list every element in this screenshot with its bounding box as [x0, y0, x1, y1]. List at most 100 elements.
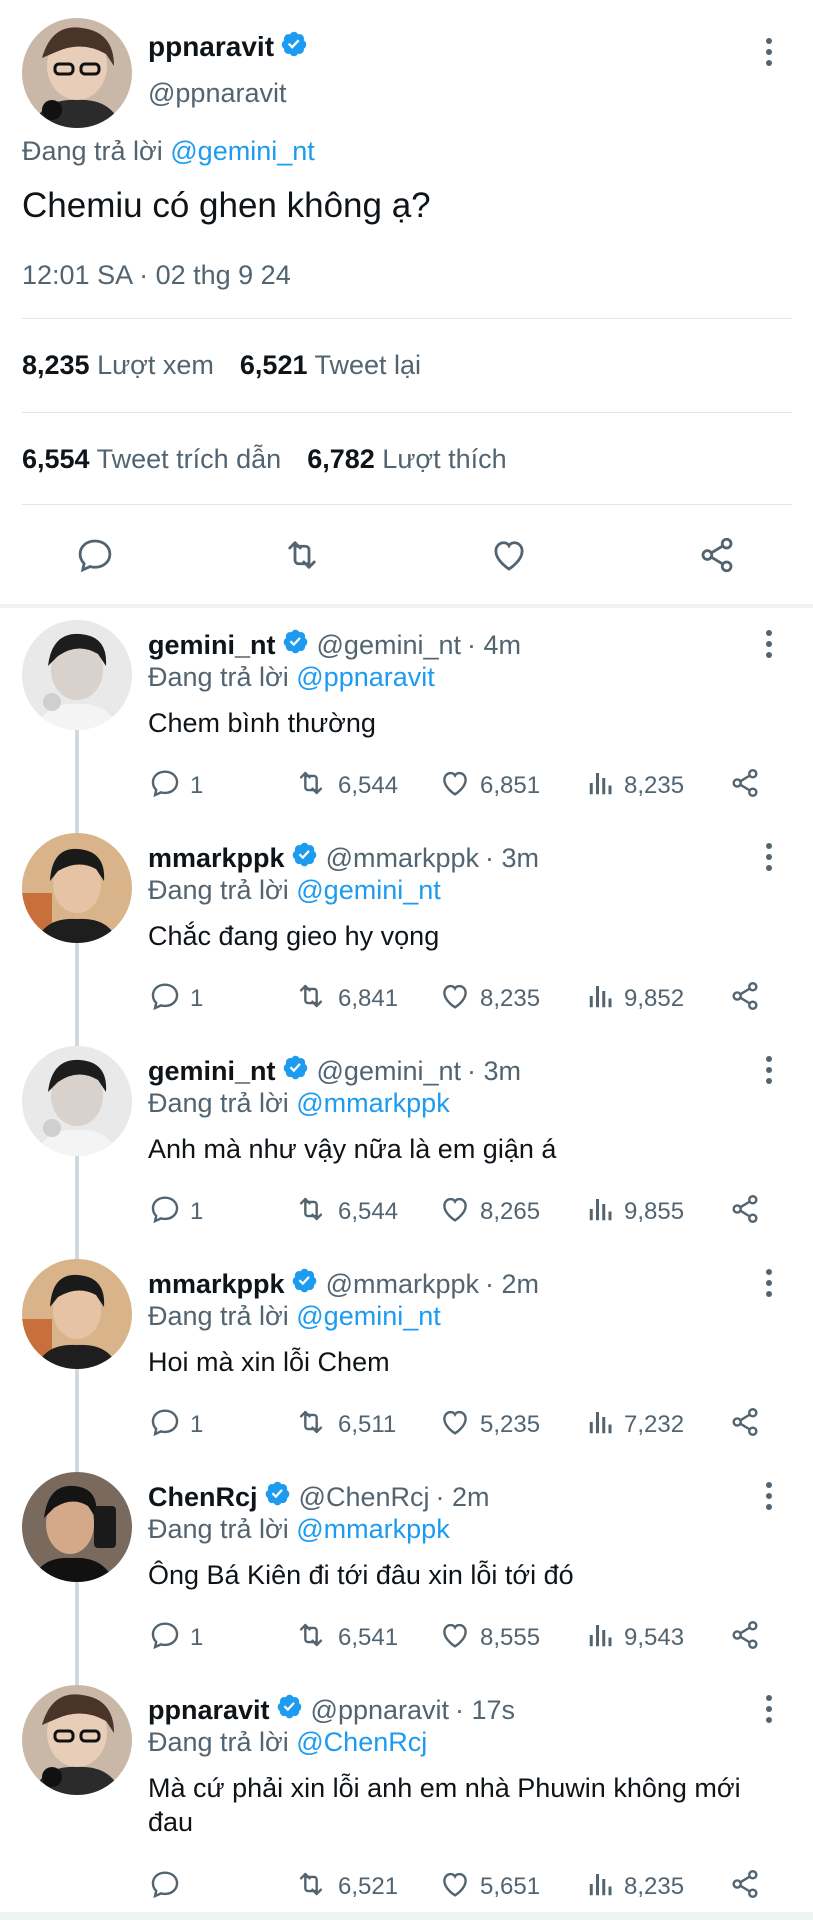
views-button[interactable]: 9,852	[586, 981, 684, 1017]
display-name[interactable]: gemini_nt	[148, 1056, 276, 1087]
handle[interactable]: @mmarkppk	[326, 843, 479, 874]
like-button[interactable]: 5,651	[438, 1869, 540, 1905]
retweet-button[interactable]: 6,541	[292, 1620, 398, 1656]
avatar[interactable]	[22, 833, 132, 943]
reply-tweet[interactable]: mmarkppk @mmarkppk · 2m Đang trả lời @ge…	[0, 1247, 813, 1472]
reply-button[interactable]	[148, 1869, 190, 1905]
quotes-stat[interactable]: 6,554 Tweet trích dẫn	[22, 444, 281, 475]
time-ago[interactable]: · 4m	[467, 630, 521, 661]
retweet-button[interactable]: 6,544	[292, 768, 398, 804]
views-button[interactable]: 8,235	[586, 768, 684, 804]
reply-tweet[interactable]: ppnaravit @ppnaravit · 17s Đang trả lời …	[0, 1673, 813, 1920]
mention-link[interactable]: @ppnaravit	[296, 662, 434, 692]
share-icon[interactable]	[696, 534, 738, 581]
avatar[interactable]	[22, 1259, 132, 1369]
views-button[interactable]: 9,543	[586, 1620, 684, 1656]
avatar[interactable]	[22, 620, 132, 730]
avatar[interactable]	[22, 18, 132, 128]
reply-button[interactable]: 1	[148, 1194, 203, 1230]
retweet-icon	[292, 1867, 330, 1908]
handle[interactable]: @mmarkppk	[326, 1269, 479, 1300]
share-button[interactable]	[728, 1620, 762, 1656]
retweet-button[interactable]: 6,544	[292, 1194, 398, 1230]
mention-link[interactable]: @ChenRcj	[296, 1727, 427, 1757]
time-ago[interactable]: · 2m	[485, 1269, 539, 1300]
views-icon	[586, 1869, 616, 1906]
verified-badge-icon	[276, 1693, 303, 1727]
like-button[interactable]: 6,851	[438, 768, 540, 804]
more-options-icon[interactable]	[754, 1263, 784, 1303]
more-options-icon[interactable]	[754, 1476, 784, 1516]
handle[interactable]: @ChenRcj	[299, 1482, 430, 1513]
handle[interactable]: @gemini_nt	[317, 1056, 461, 1087]
mention-link[interactable]: @mmarkppk	[296, 1514, 449, 1544]
display-name[interactable]: gemini_nt	[148, 630, 276, 661]
more-options-icon[interactable]	[754, 1689, 784, 1729]
retweet-button[interactable]: 6,511	[292, 1407, 396, 1443]
display-name[interactable]: ppnaravit	[148, 31, 274, 63]
retweets-stat[interactable]: 6,521 Tweet lại	[240, 350, 421, 381]
retweet-button[interactable]: 6,521	[292, 1869, 398, 1905]
timestamp[interactable]: 12:01 SA · 02 thg 9 24	[22, 260, 291, 291]
tweet-text: Chemiu có ghen không ạ?	[22, 186, 431, 225]
mention-link[interactable]: @gemini_nt	[170, 136, 314, 166]
reply-button[interactable]: 1	[148, 768, 203, 804]
avatar[interactable]	[22, 1685, 132, 1795]
more-options-icon[interactable]	[754, 1050, 784, 1090]
like-button[interactable]: 5,235	[438, 1407, 540, 1443]
tweet-actions: 1 6,511 5,235 7,232	[148, 1407, 788, 1447]
reply-icon[interactable]	[74, 534, 116, 581]
views-stat[interactable]: 8,235 Lượt xem	[22, 350, 214, 381]
handle[interactable]: @ppnaravit	[311, 1695, 449, 1726]
display-name[interactable]: ChenRcj	[148, 1482, 258, 1513]
like-button[interactable]: 8,235	[438, 981, 540, 1017]
mention-link[interactable]: @gemini_nt	[296, 875, 440, 905]
like-button[interactable]: 8,555	[438, 1620, 540, 1656]
more-options-icon[interactable]	[754, 32, 784, 72]
likes-stat[interactable]: 6,782 Lượt thích	[307, 444, 506, 475]
share-button[interactable]	[728, 981, 762, 1017]
share-button[interactable]	[728, 768, 762, 804]
mention-link[interactable]: @gemini_nt	[296, 1301, 440, 1331]
display-name[interactable]: ppnaravit	[148, 1695, 270, 1726]
retweet-icon[interactable]	[280, 534, 324, 581]
reply-tweet[interactable]: mmarkppk @mmarkppk · 3m Đang trả lời @ge…	[0, 821, 813, 1046]
like-icon	[438, 1867, 472, 1908]
reply-icon	[148, 1192, 182, 1233]
views-button[interactable]: 9,855	[586, 1194, 684, 1230]
views-icon	[586, 981, 616, 1018]
retweet-button[interactable]: 6,841	[292, 981, 398, 1017]
avatar[interactable]	[22, 1472, 132, 1582]
handle[interactable]: @gemini_nt	[317, 630, 461, 661]
reply-button[interactable]: 1	[148, 1620, 203, 1656]
share-button[interactable]	[728, 1194, 762, 1230]
reply-tweet[interactable]: gemini_nt @gemini_nt · 3m Đang trả lời @…	[0, 1034, 813, 1259]
more-options-icon[interactable]	[754, 624, 784, 664]
reply-button[interactable]: 1	[148, 1407, 203, 1443]
time-ago[interactable]: · 3m	[485, 843, 539, 874]
more-options-icon[interactable]	[754, 837, 784, 877]
thread-line	[75, 943, 79, 1046]
reply-button[interactable]: 1	[148, 981, 203, 1017]
share-button[interactable]	[728, 1407, 762, 1443]
display-name[interactable]: mmarkppk	[148, 843, 285, 874]
handle[interactable]: @ppnaravit	[148, 78, 286, 109]
avatar[interactable]	[22, 1046, 132, 1156]
share-button[interactable]	[728, 1869, 762, 1905]
share-icon	[728, 1867, 762, 1908]
like-icon[interactable]	[488, 534, 530, 581]
mention-link[interactable]: @mmarkppk	[296, 1088, 449, 1118]
time-ago[interactable]: · 17s	[455, 1695, 515, 1726]
views-button[interactable]: 8,235	[586, 1869, 684, 1905]
reply-tweet[interactable]: ChenRcj @ChenRcj · 2m Đang trả lời @mmar…	[0, 1460, 813, 1685]
display-name[interactable]: mmarkppk	[148, 1269, 285, 1300]
replying-to: Đang trả lời @gemini_nt	[22, 136, 315, 166]
time-ago[interactable]: · 3m	[467, 1056, 521, 1087]
tweet-text: Ông Bá Kiên đi tới đâu xin lỗi tới đó	[148, 1560, 574, 1590]
views-button[interactable]: 7,232	[586, 1407, 684, 1443]
like-icon	[438, 1618, 472, 1659]
like-button[interactable]: 8,265	[438, 1194, 540, 1230]
reply-tweet[interactable]: gemini_nt @gemini_nt · 4m Đang trả lời @…	[0, 608, 813, 833]
retweet-icon	[292, 766, 330, 807]
time-ago[interactable]: · 2m	[435, 1482, 489, 1513]
